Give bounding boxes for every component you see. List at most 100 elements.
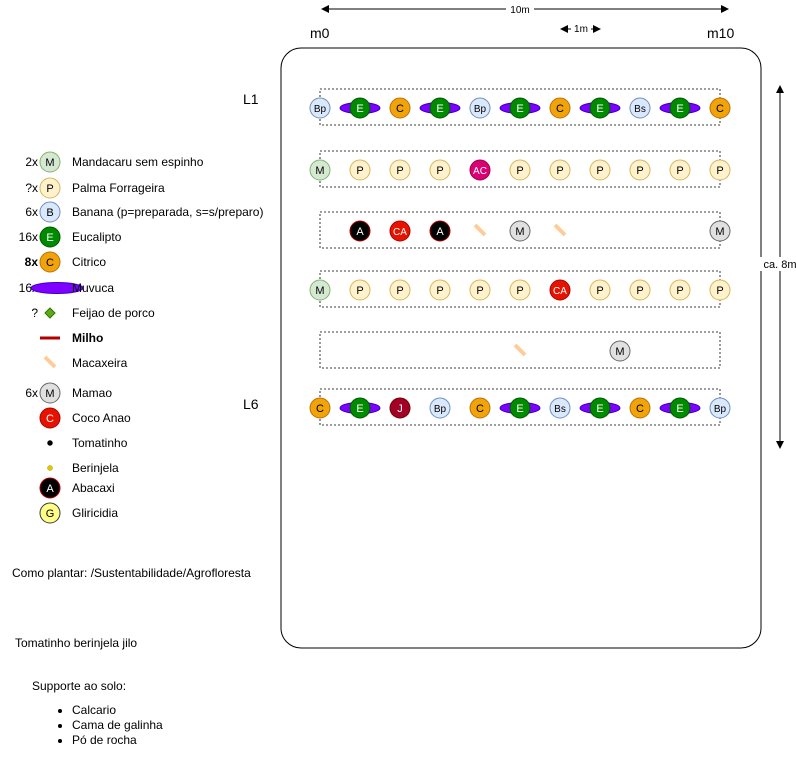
legend-symbol-stick [43,355,57,369]
como-plantar-note: Como plantar: /Sustentabilidade/Agroflor… [12,566,251,580]
plant-label: P [396,165,403,177]
plant-coco: CA [549,279,571,301]
plant-label: E [356,103,363,115]
legend-item: 16x Muvuca [19,281,115,295]
legend-symbol-letter: P [46,183,53,195]
legend-label: Feijao de porco [72,306,155,320]
plant-label: CA [553,286,567,297]
legend-symbol-letter: C [46,413,54,425]
plant-label: M [315,285,324,297]
plant-label: P [716,165,723,177]
legend-symbol-letter: M [45,157,54,169]
plant-label: Bp [314,104,327,115]
legend-label: Palma Forrageira [72,181,165,195]
plant-palma: P [389,279,411,301]
legend-item: ? Feijao de porco [31,306,155,320]
plant-label: P [516,165,523,177]
legend-item: 6x M Mamao [25,382,112,404]
plant-label: A [436,226,444,238]
legend-label: Coco Anao [72,411,131,425]
legend: 2x M Mandacaru sem espinho ?x P Palma Forrage… [19,151,263,524]
plant-label: P [596,285,603,297]
legend-symbol-diamond [44,307,56,319]
legend-item: Milho [40,331,103,345]
plant-label: P [556,165,563,177]
plant-label: P [436,285,443,297]
legend-item: 8x C Citrico [25,251,106,273]
plant-citrico: C [549,97,571,119]
plant-palma: P [669,279,691,301]
plant-mamao: M [709,220,731,242]
plant-label: E [356,403,363,415]
legend-label: Eucalipto [72,230,122,244]
plant-label: A [356,226,364,238]
legend-symbol-letter: M [45,388,54,400]
start-marker-label: m0 [310,25,330,41]
plant-banana: Bp [309,97,331,119]
plant-abacaxi: A [429,220,451,242]
legend-count: 6x [25,386,38,400]
tomatinho-note: Tomatinho berinjela jilo [15,636,137,650]
suporte-title: Supporte ao solo: [32,679,126,693]
end-marker-label: m10 [707,25,734,41]
plant-citrico: C [709,97,731,119]
plant-palma: P [469,279,491,301]
plant-label: AC [473,166,487,177]
plant-label: Bs [554,404,566,415]
plant-label: E [676,403,683,415]
suporte-item: Calcario [72,703,163,718]
plant-banana: Bs [549,397,571,419]
legend-symbol-letter: B [46,207,53,219]
plant-banana: Bp [709,397,731,419]
plant-label: M [315,165,324,177]
plant-label: J [397,403,403,415]
planting-diagram: 10m 1m m0 m10 ca. 8m L1 L6 Bp E C E Bp E C E Bs E… [12,2,796,693]
plant-label: Bp [474,104,487,115]
height-label: ca. 8m [763,259,796,271]
plant-mandacaru: M [309,279,331,301]
plant-label: P [716,285,723,297]
plant-label: E [516,103,523,115]
field-boundary [280,47,762,649]
plant-acai: AC [469,159,491,181]
plant-citrico: C [309,397,331,419]
plant-label: E [516,403,523,415]
plant-label: P [636,285,643,297]
legend-item: 2x M Mandacaru sem espinho [25,151,204,173]
legend-label: Mamao [72,386,112,400]
plant-palma: P [589,279,611,301]
plant-label: P [596,165,603,177]
row-label-last: L6 [243,396,259,412]
plant-palma: P [509,159,531,181]
plant-palma: P [629,279,651,301]
legend-label: Mandacaru sem espinho [72,155,204,169]
plant-palma: P [509,279,531,301]
plant-palma: P [549,159,571,181]
plant-mandacaru: M [309,159,331,181]
legend-item: C Coco Anao [39,407,131,429]
plant-mamao: M [609,340,631,362]
plant-citrico: C [389,97,411,119]
plant-coco: CA [389,220,411,242]
legend-symbol-dot [47,465,53,471]
plant-label: M [515,226,524,238]
plant-label: C [316,403,324,415]
legend-item: Berinjela [47,461,119,475]
plant-jaca: J [389,397,411,419]
plant-citrico: C [469,397,491,419]
plant-label: M [615,346,624,358]
total-width-label: 10m [510,5,529,16]
plant-label: Bp [714,404,727,415]
plant-palma: P [389,159,411,181]
row-label-first: L1 [243,91,259,107]
legend-count: 6x [25,205,38,219]
legend-label: Gliricidia [72,506,118,520]
plant-label: P [516,285,523,297]
legend-count: 2x [25,155,38,169]
plant-banana: Bp [469,97,491,119]
plant-label: E [596,103,603,115]
legend-label: Citrico [72,255,106,269]
plant-label: Bs [634,104,646,115]
plant-label: P [436,165,443,177]
plant-label: P [636,165,643,177]
